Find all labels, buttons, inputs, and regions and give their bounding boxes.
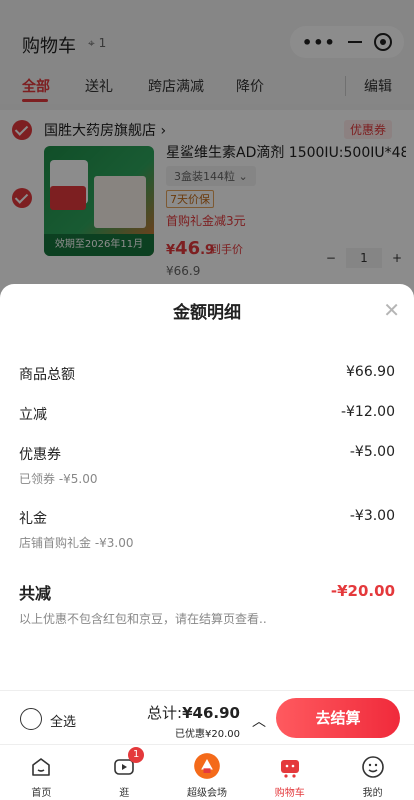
select-all-checkbox[interactable] xyxy=(20,708,42,730)
checkout-bar: 全选 总计:¥46.90 已优惠¥20.00 ︿ 去结算 xyxy=(0,690,414,744)
home-icon xyxy=(32,758,51,776)
total-discount-label: 共减 xyxy=(19,584,52,603)
instant-discount-value: -¥12.00 xyxy=(340,404,395,420)
saved-amount: 已优惠¥20.00 xyxy=(175,729,240,740)
tabbar-super-venue[interactable]: 超级会场 xyxy=(166,745,249,800)
coupon-label: 优惠券 xyxy=(19,447,61,463)
venue-icon xyxy=(194,753,220,779)
chevron-up-icon[interactable]: ︿ xyxy=(252,711,266,731)
total-discount-value: -¥20.00 xyxy=(330,582,395,600)
total-amount: 总计:¥46.90 xyxy=(147,704,240,722)
subtotal-value: ¥66.90 xyxy=(346,364,395,380)
tabbar-cart[interactable]: 购物车 xyxy=(248,745,331,800)
close-icon[interactable]: ✕ xyxy=(383,298,400,322)
select-all-label[interactable]: 全选 xyxy=(50,711,76,730)
coupon-sub: 已领券 -¥5.00 xyxy=(19,472,98,486)
amount-detail-sheet: 金额明细 ✕ 商品总额 ¥66.90 立减 -¥12.00 优惠券 -¥5.00… xyxy=(0,284,414,744)
tabbar-home[interactable]: 首页 xyxy=(0,745,83,800)
instant-discount-label: 立减 xyxy=(19,407,47,423)
subtotal-label: 商品总额 xyxy=(19,367,75,383)
bottom-tab-bar: 首页 1 逛 超级会场 购物车 我的 xyxy=(0,744,414,800)
cart-icon xyxy=(280,760,299,778)
gift-cash-label: 礼金 xyxy=(19,511,47,527)
sheet-title: 金额明细 xyxy=(173,303,241,323)
gift-cash-value: -¥3.00 xyxy=(349,508,395,524)
gift-cash-sub: 店铺首购礼金 -¥3.00 xyxy=(19,536,134,550)
coupon-value: -¥5.00 xyxy=(349,444,395,460)
notification-badge: 1 xyxy=(128,747,145,763)
disclaimer-text: 以上优惠不包含红包和京豆，请在结算页查看.. xyxy=(19,612,267,626)
tabbar-profile[interactable]: 我的 xyxy=(331,745,414,800)
profile-icon xyxy=(361,756,384,778)
tabbar-browse[interactable]: 1 逛 xyxy=(83,745,166,800)
checkout-button[interactable]: 去结算 xyxy=(276,698,400,738)
